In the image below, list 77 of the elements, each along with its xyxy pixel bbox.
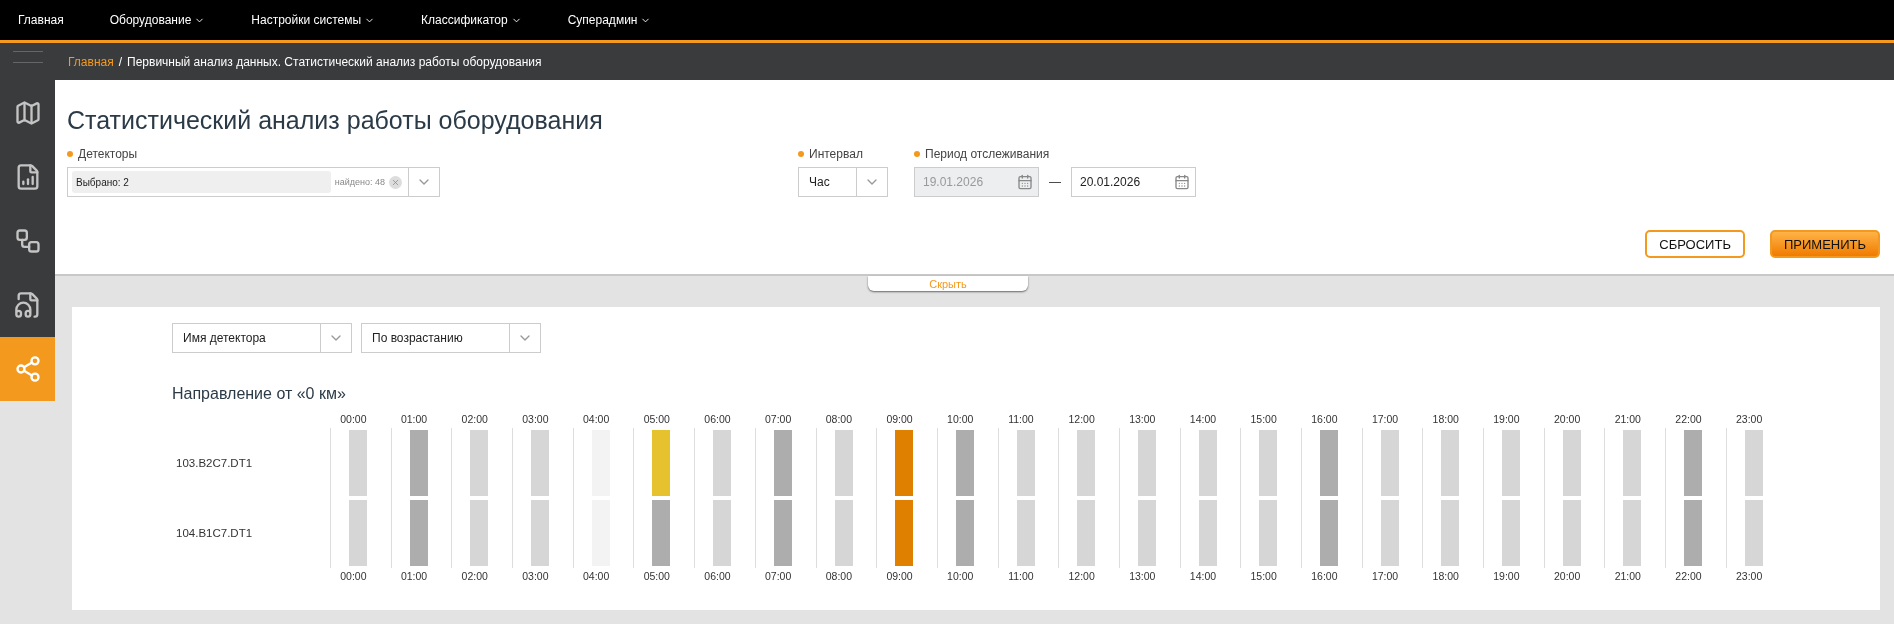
hour-label: 03:00 — [521, 412, 550, 427]
hour-label: 11:00 — [1007, 569, 1035, 584]
detectors-select[interactable]: Выбрано: 2 найдено: 48 — [67, 167, 440, 197]
hour-label: 01:00 — [399, 569, 429, 584]
hour-label: 00:00 — [339, 412, 368, 427]
hour-label: 15:00 — [1249, 569, 1278, 584]
hour-label: 17:00 — [1370, 412, 1400, 427]
hour-label: 08:00 — [824, 569, 853, 584]
section-title: Направление от «0 км» — [172, 385, 347, 403]
hour-label: 18:00 — [1431, 412, 1460, 427]
hour-label: 13:00 — [1128, 569, 1157, 584]
hour-label: 06:00 — [703, 412, 732, 427]
hour-label: 05:00 — [642, 412, 671, 427]
network-icon — [13, 355, 42, 383]
hour-label: 10:00 — [946, 412, 975, 427]
hour-label: 19:00 — [1492, 569, 1521, 584]
nav-item[interactable]: Суперадмин — [567, 13, 652, 27]
nodes-icon — [13, 226, 42, 255]
nav-item[interactable]: Классификатор — [421, 13, 522, 27]
nav-item[interactable]: Настройки системы — [251, 13, 376, 27]
hour-label: 15:00 — [1249, 412, 1278, 427]
found-count: найдено: 48 — [334, 177, 385, 187]
hour-label: 23:00 — [1735, 412, 1764, 427]
breadcrumb-current: Первичный анализ данных. Статистический анализ работы оборудования — [127, 54, 542, 69]
breadcrumb-link[interactable]: Главная — [68, 54, 114, 69]
hour-label: 00:00 — [339, 569, 368, 584]
apply-button[interactable]: ПРИМЕНИТЬ — [1769, 230, 1880, 258]
sort-order-select[interactable]: По возрастанию — [361, 323, 541, 353]
range-dash: — — [1049, 175, 1061, 189]
hour-label: 23:00 — [1735, 569, 1764, 584]
hour-label: 16:00 — [1310, 412, 1339, 427]
clear-icon[interactable] — [389, 175, 402, 189]
hour-label: 17:00 — [1370, 569, 1400, 584]
breadcrumb-separator: / — [118, 54, 123, 69]
field-label: Период отслеживания — [914, 147, 1196, 161]
hour-label: 20:00 — [1552, 569, 1582, 584]
hour-label: 21:00 — [1613, 412, 1642, 427]
menu-icon[interactable] — [12, 51, 43, 63]
hour-label: 13:00 — [1128, 412, 1157, 427]
hour-label: 03:00 — [521, 569, 550, 584]
sort-field-select[interactable]: Имя детектора — [172, 323, 352, 353]
nav-item[interactable]: Оборудование — [109, 13, 206, 27]
hour-label: 14:00 — [1188, 412, 1218, 427]
hour-label: 18:00 — [1431, 569, 1460, 584]
hour-label: 09:00 — [885, 569, 914, 584]
hour-label: 12:00 — [1067, 569, 1096, 584]
selection-chip: Выбрано: 2 — [72, 171, 331, 193]
hour-label: 16:00 — [1310, 569, 1339, 584]
hour-label: 07:00 — [764, 412, 793, 427]
hour-label: 05:00 — [642, 569, 671, 584]
interval-select[interactable]: Час — [798, 167, 888, 197]
field-label: Интервал — [798, 147, 888, 161]
hour-label: 22:00 — [1674, 412, 1703, 427]
date-field[interactable]: 20.01.2026 — [1071, 167, 1196, 197]
reset-button[interactable]: СБРОСИТЬ — [1645, 230, 1745, 258]
hour-label: 08:00 — [824, 412, 853, 427]
hour-label: 04:00 — [581, 569, 611, 584]
hour-label: 21:00 — [1613, 569, 1642, 584]
hour-label: 10:00 — [946, 569, 975, 584]
hour-label: 04:00 — [581, 412, 611, 427]
hour-label: 02:00 — [460, 569, 489, 584]
detector-name: 104.B1C7.DT1 — [175, 526, 254, 541]
nav-item[interactable]: Главная — [18, 13, 64, 27]
hour-label: 09:00 — [885, 412, 914, 427]
hour-label: 02:00 — [460, 412, 489, 427]
hour-label: 20:00 — [1552, 412, 1582, 427]
hour-label: 12:00 — [1067, 412, 1096, 427]
hour-label: 22:00 — [1674, 569, 1703, 584]
hour-label: 06:00 — [703, 569, 732, 584]
hour-label: 07:00 — [764, 569, 793, 584]
page-title: Статистический анализ работы оборудования — [67, 106, 604, 135]
hour-label: 11:00 — [1007, 412, 1035, 427]
hour-label: 14:00 — [1188, 569, 1218, 584]
field-label: Детекторы — [67, 147, 440, 161]
detector-name: 103.B2C7.DT1 — [175, 456, 254, 471]
hour-label: 19:00 — [1492, 412, 1521, 427]
hour-label: 01:00 — [399, 412, 429, 427]
